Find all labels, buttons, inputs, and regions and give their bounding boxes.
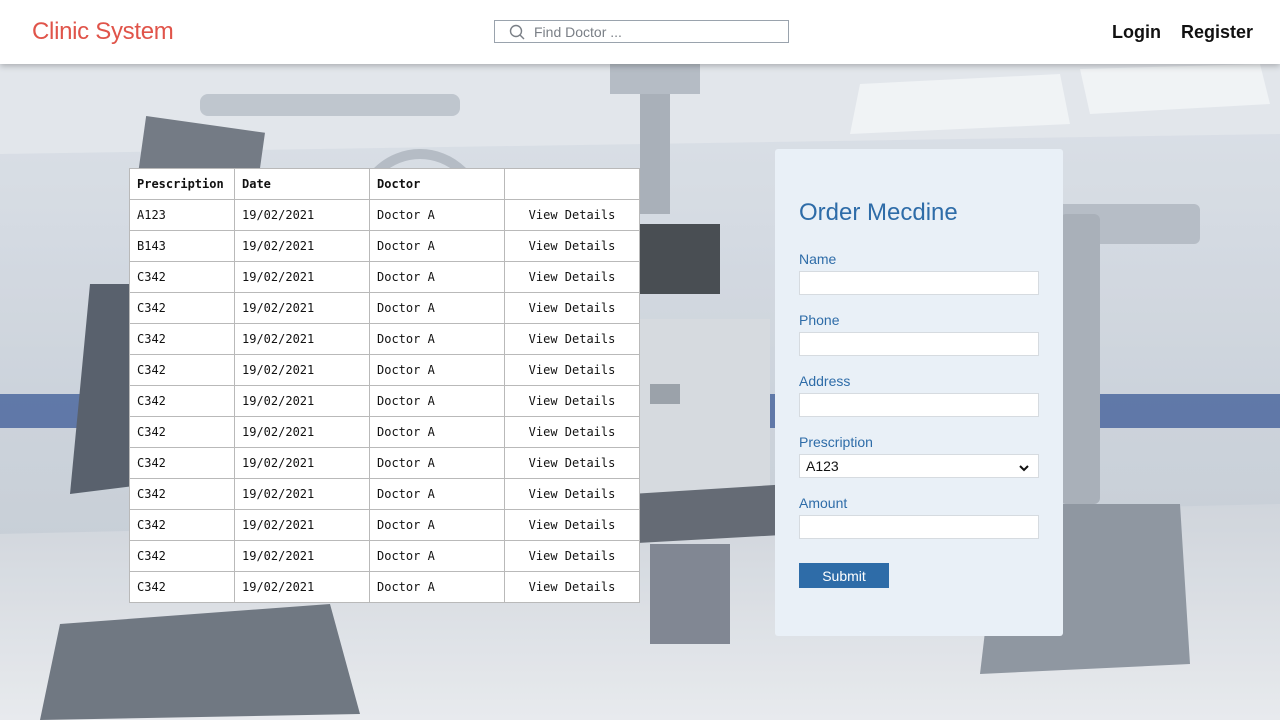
view-details-link[interactable]: View Details [504, 540, 640, 572]
doctor-cell: Doctor A [369, 416, 505, 448]
search-icon [509, 24, 525, 40]
date-cell: 19/02/2021 [234, 261, 370, 293]
view-details-link[interactable]: View Details [504, 323, 640, 355]
table-row: A123 19/02/2021 Doctor A View Details [129, 199, 640, 231]
prescription-cell: C342 [129, 323, 235, 355]
form-title: Order Mecdine [799, 199, 958, 226]
table-row: C342 19/02/2021 Doctor A View Details [129, 571, 640, 603]
date-cell: 19/02/2021 [234, 447, 370, 479]
doctor-cell: Doctor A [369, 571, 505, 603]
brand-logo-text[interactable]: Clinic System [32, 18, 174, 46]
prescription-cell: C342 [129, 354, 235, 386]
date-cell: 19/02/2021 [234, 230, 370, 262]
table-row: B143 19/02/2021 Doctor A View Details [129, 230, 640, 262]
search-input[interactable] [534, 21, 774, 42]
doctor-cell: Doctor A [369, 385, 505, 417]
view-details-link[interactable]: View Details [504, 292, 640, 324]
prescription-table: Prescription Date Doctor A123 19/02/2021 D… [129, 168, 640, 603]
order-medicine-form: Order Mecdine Name Phone Address Prescri… [775, 149, 1063, 636]
date-cell: 19/02/2021 [234, 385, 370, 417]
view-details-link[interactable]: View Details [504, 571, 640, 603]
table-row: C342 19/02/2021 Doctor A View Details [129, 540, 640, 572]
column-header-doctor: Doctor [369, 168, 505, 200]
view-details-link[interactable]: View Details [504, 230, 640, 262]
view-details-link[interactable]: View Details [504, 478, 640, 510]
amount-label: Amount [799, 495, 848, 511]
doctor-cell: Doctor A [369, 540, 505, 572]
date-cell: 19/02/2021 [234, 354, 370, 386]
address-field[interactable] [799, 393, 1039, 417]
chevron-down-icon [1018, 461, 1030, 473]
date-cell: 19/02/2021 [234, 199, 370, 231]
prescription-cell: C342 [129, 540, 235, 572]
table-row: C342 19/02/2021 Doctor A View Details [129, 323, 640, 355]
prescription-cell: C342 [129, 385, 235, 417]
column-header-prescription: Prescription [129, 168, 235, 200]
phone-field[interactable] [799, 332, 1039, 356]
view-details-link[interactable]: View Details [504, 261, 640, 293]
table-body: A123 19/02/2021 Doctor A View Details B143 19… [129, 199, 640, 603]
table-row: C342 19/02/2021 Doctor A View Details [129, 385, 640, 417]
register-link[interactable]: Register [1181, 22, 1253, 43]
date-cell: 19/02/2021 [234, 292, 370, 324]
column-header-action [504, 168, 640, 200]
search-box[interactable] [494, 20, 789, 43]
prescription-cell: C342 [129, 447, 235, 479]
doctor-cell: Doctor A [369, 354, 505, 386]
doctor-cell: Doctor A [369, 447, 505, 479]
top-navbar: Clinic System Login Register [0, 0, 1280, 64]
table-row: C342 19/02/2021 Doctor A View Details [129, 292, 640, 324]
prescription-cell: C342 [129, 571, 235, 603]
table-header-row: Prescription Date Doctor [129, 168, 640, 200]
doctor-cell: Doctor A [369, 323, 505, 355]
table-row: C342 19/02/2021 Doctor A View Details [129, 447, 640, 479]
prescription-cell: C342 [129, 509, 235, 541]
date-cell: 19/02/2021 [234, 478, 370, 510]
table-row: C342 19/02/2021 Doctor A View Details [129, 509, 640, 541]
prescription-cell: B143 [129, 230, 235, 262]
date-cell: 19/02/2021 [234, 571, 370, 603]
prescription-cell: A123 [129, 199, 235, 231]
prescription-select[interactable]: A123 [799, 454, 1039, 478]
prescription-cell: C342 [129, 478, 235, 510]
phone-label: Phone [799, 312, 840, 328]
doctor-cell: Doctor A [369, 292, 505, 324]
prescription-label: Prescription [799, 434, 873, 450]
column-header-date: Date [234, 168, 370, 200]
prescription-selected-value: A123 [806, 458, 839, 474]
doctor-cell: Doctor A [369, 230, 505, 262]
date-cell: 19/02/2021 [234, 540, 370, 572]
login-link[interactable]: Login [1112, 22, 1161, 43]
view-details-link[interactable]: View Details [504, 199, 640, 231]
prescription-cell: C342 [129, 292, 235, 324]
doctor-cell: Doctor A [369, 509, 505, 541]
doctor-cell: Doctor A [369, 199, 505, 231]
view-details-link[interactable]: View Details [504, 416, 640, 448]
doctor-cell: Doctor A [369, 261, 505, 293]
address-label: Address [799, 373, 851, 389]
doctor-cell: Doctor A [369, 478, 505, 510]
date-cell: 19/02/2021 [234, 416, 370, 448]
submit-button[interactable]: Submit [799, 563, 889, 588]
date-cell: 19/02/2021 [234, 509, 370, 541]
prescription-cell: C342 [129, 261, 235, 293]
date-cell: 19/02/2021 [234, 323, 370, 355]
prescription-cell: C342 [129, 416, 235, 448]
view-details-link[interactable]: View Details [504, 509, 640, 541]
view-details-link[interactable]: View Details [504, 354, 640, 386]
amount-field[interactable] [799, 515, 1039, 539]
view-details-link[interactable]: View Details [504, 385, 640, 417]
table-row: C342 19/02/2021 Doctor A View Details [129, 416, 640, 448]
table-row: C342 19/02/2021 Doctor A View Details [129, 478, 640, 510]
name-field[interactable] [799, 271, 1039, 295]
table-row: C342 19/02/2021 Doctor A View Details [129, 354, 640, 386]
name-label: Name [799, 251, 837, 267]
view-details-link[interactable]: View Details [504, 447, 640, 479]
table-row: C342 19/02/2021 Doctor A View Details [129, 261, 640, 293]
